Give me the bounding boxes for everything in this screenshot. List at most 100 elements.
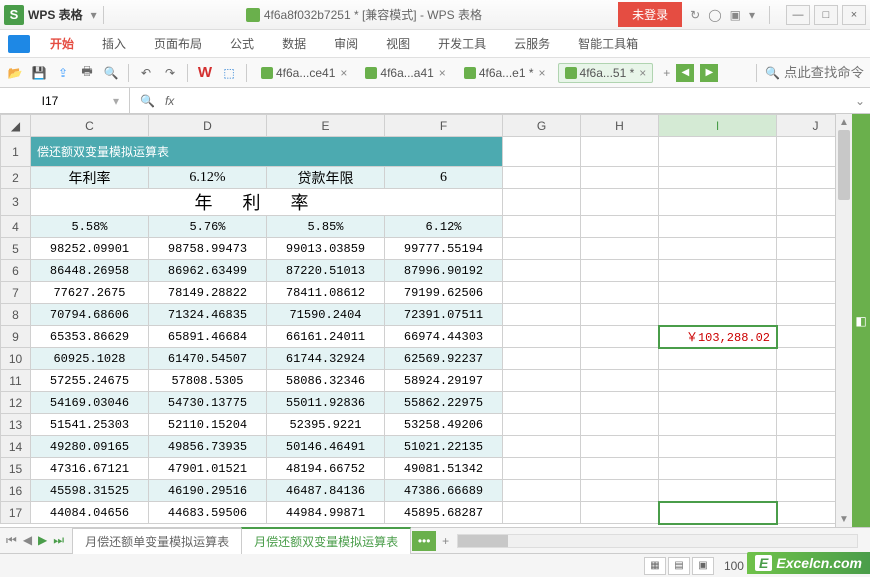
row-header[interactable]: 8: [1, 304, 31, 326]
skin-icon[interactable]: ◯: [708, 8, 721, 22]
menu-insert[interactable]: 插入: [90, 31, 138, 56]
sheet-table[interactable]: ◢ C D E F G H I J 1 偿还额双变量模拟运算表 2 年利率 6.…: [0, 114, 835, 524]
view-normal-button[interactable]: ▦: [644, 557, 666, 575]
cell[interactable]: 45598.31525: [31, 480, 149, 502]
menu-dev-tools[interactable]: 开发工具: [426, 31, 498, 56]
cell[interactable]: [503, 304, 581, 326]
name-box-input[interactable]: [10, 94, 90, 108]
cell[interactable]: 51541.25303: [31, 414, 149, 436]
row-header[interactable]: 11: [1, 370, 31, 392]
undo-icon[interactable]: ↶: [137, 64, 155, 82]
row-header[interactable]: 6: [1, 260, 31, 282]
table-title[interactable]: 偿还额双变量模拟运算表: [31, 137, 503, 167]
cell[interactable]: [777, 304, 836, 326]
tab-next-button[interactable]: ▶: [700, 64, 718, 82]
menu-data[interactable]: 数据: [270, 31, 318, 56]
menu-review[interactable]: 审阅: [322, 31, 370, 56]
cell[interactable]: 48194.66752: [267, 458, 385, 480]
doc-tab-2[interactable]: 4f6a...a41 ×: [359, 64, 451, 82]
cell[interactable]: [503, 238, 581, 260]
preview-icon[interactable]: 🔍: [102, 64, 120, 82]
cell[interactable]: [581, 480, 659, 502]
cell[interactable]: 6.12%: [385, 216, 503, 238]
menu-page-layout[interactable]: 页面布局: [142, 31, 214, 56]
cell[interactable]: [503, 458, 581, 480]
cell[interactable]: [777, 392, 836, 414]
col-header-G[interactable]: G: [503, 115, 581, 137]
cell[interactable]: 54730.13775: [149, 392, 267, 414]
cell[interactable]: 54169.03046: [31, 392, 149, 414]
cell[interactable]: [777, 370, 836, 392]
cell[interactable]: 58924.29197: [385, 370, 503, 392]
cell[interactable]: [581, 502, 659, 524]
doc-tab-close[interactable]: ×: [439, 66, 446, 80]
search-icon[interactable]: 🔍: [765, 66, 780, 80]
cell[interactable]: [503, 282, 581, 304]
cell[interactable]: 5.58%: [31, 216, 149, 238]
cell[interactable]: 71324.46835: [149, 304, 267, 326]
menu-formula[interactable]: 公式: [218, 31, 266, 56]
row-header[interactable]: 2: [1, 167, 31, 189]
cell[interactable]: 98758.99473: [149, 238, 267, 260]
cell[interactable]: 99013.03859: [267, 238, 385, 260]
save-icon[interactable]: 💾: [30, 64, 48, 82]
cell[interactable]: [777, 282, 836, 304]
cell[interactable]: 47386.66689: [385, 480, 503, 502]
cell[interactable]: 78149.28822: [149, 282, 267, 304]
cell[interactable]: 61470.54507: [149, 348, 267, 370]
cell[interactable]: [777, 260, 836, 282]
sheet-first-icon[interactable]: ⏮: [4, 533, 19, 548]
row-header[interactable]: 3: [1, 189, 31, 216]
sheet-tab-1[interactable]: 月偿还额单变量模拟运算表: [72, 528, 242, 554]
scroll-up-icon[interactable]: ▲: [836, 114, 852, 130]
cell[interactable]: [503, 414, 581, 436]
cell[interactable]: 70794.68606: [31, 304, 149, 326]
cell[interactable]: 49280.09165: [31, 436, 149, 458]
cell[interactable]: 52395.9221: [267, 414, 385, 436]
cell[interactable]: 72391.07511: [385, 304, 503, 326]
fx-search-icon[interactable]: 🔍: [140, 94, 155, 108]
row-header[interactable]: 5: [1, 238, 31, 260]
selected-cell[interactable]: ￥103,288.02: [659, 326, 777, 348]
cell[interactable]: [777, 458, 836, 480]
cell[interactable]: [503, 502, 581, 524]
cell[interactable]: [581, 392, 659, 414]
sheet-next-icon[interactable]: ▶: [36, 533, 49, 548]
minimize-button[interactable]: —: [786, 5, 810, 25]
doc-tab-1[interactable]: 4f6a...ce41 ×: [255, 64, 353, 82]
select-all-corner[interactable]: ◢: [1, 115, 31, 137]
menu-start[interactable]: 开始: [38, 31, 86, 56]
wps-menu-icon[interactable]: [8, 35, 30, 53]
app-dropdown[interactable]: ▾: [91, 8, 97, 22]
cell[interactable]: [659, 392, 777, 414]
cell[interactable]: [777, 436, 836, 458]
cell[interactable]: [659, 238, 777, 260]
cell[interactable]: 51021.22135: [385, 436, 503, 458]
cell[interactable]: [581, 282, 659, 304]
cell[interactable]: 5.76%: [149, 216, 267, 238]
cell[interactable]: 87220.51013: [267, 260, 385, 282]
cell[interactable]: [503, 436, 581, 458]
cell[interactable]: [581, 436, 659, 458]
row-header[interactable]: 4: [1, 216, 31, 238]
col-header-F[interactable]: F: [385, 115, 503, 137]
cell[interactable]: [659, 458, 777, 480]
cell[interactable]: 99777.55194: [385, 238, 503, 260]
col-header-D[interactable]: D: [149, 115, 267, 137]
cell[interactable]: [503, 260, 581, 282]
redo-icon[interactable]: ↷: [161, 64, 179, 82]
cell[interactable]: 45895.68287: [385, 502, 503, 524]
cell[interactable]: 46487.84136: [267, 480, 385, 502]
row-header[interactable]: 14: [1, 436, 31, 458]
cell[interactable]: 5.85%: [267, 216, 385, 238]
side-panel-toggle[interactable]: ◧: [852, 114, 870, 527]
sheet-tab-2-active[interactable]: 月偿还额双变量模拟运算表: [241, 527, 411, 554]
cell[interactable]: [581, 458, 659, 480]
open-icon[interactable]: 📂: [6, 64, 24, 82]
cell[interactable]: 66974.44303: [385, 326, 503, 348]
cell[interactable]: [503, 370, 581, 392]
cell[interactable]: [581, 414, 659, 436]
col-header-C[interactable]: C: [31, 115, 149, 137]
doc-tab-close[interactable]: ×: [539, 66, 546, 80]
sheet-more-button[interactable]: •••: [412, 531, 436, 551]
